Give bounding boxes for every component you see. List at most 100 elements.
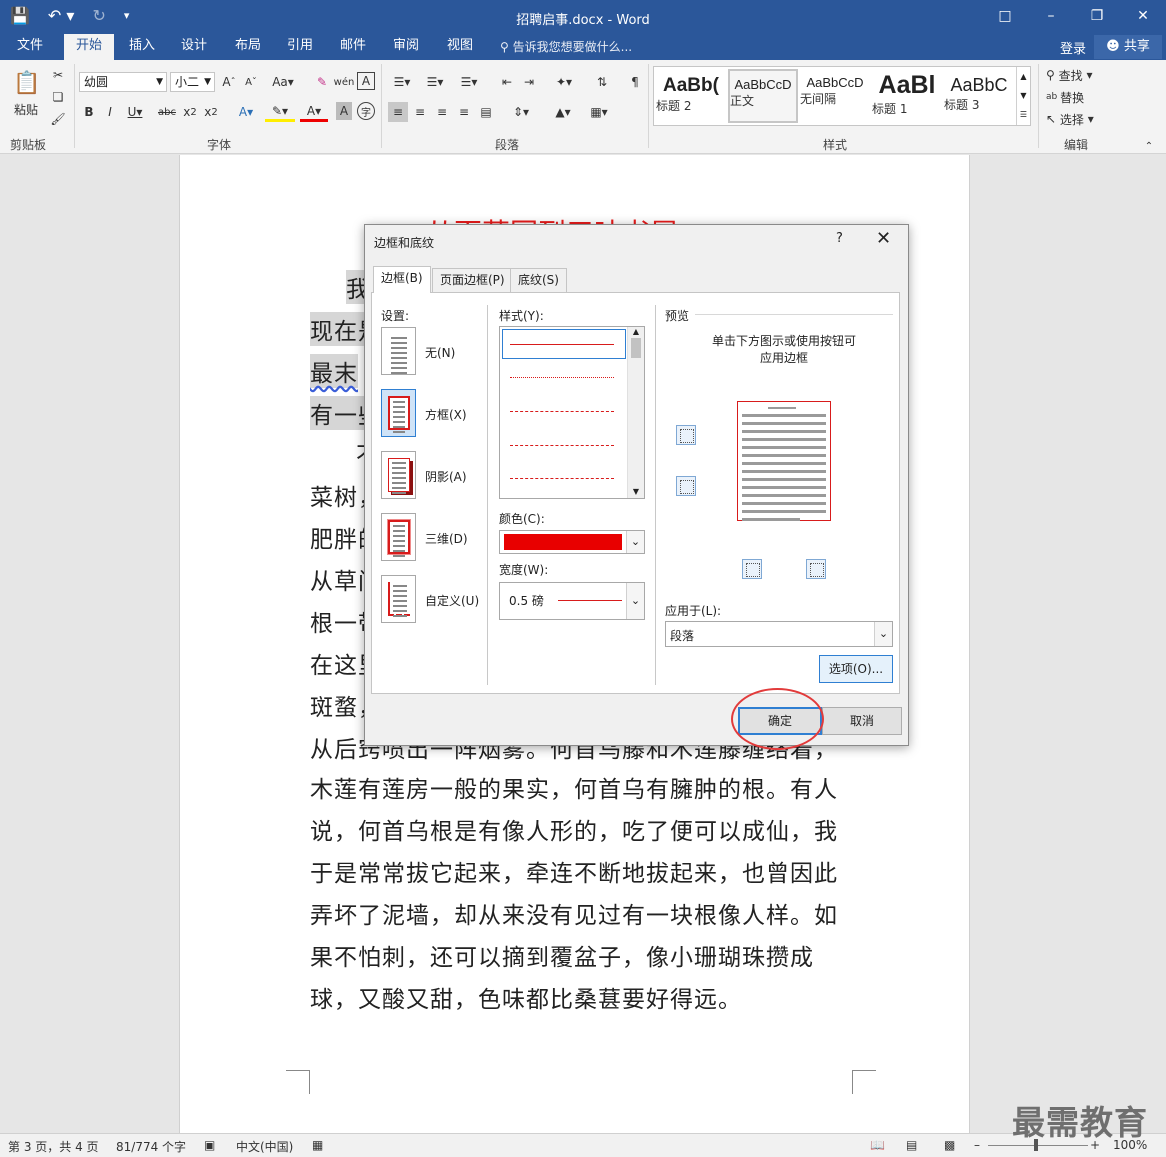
line-style-dashed[interactable] bbox=[510, 411, 614, 412]
font-color-icon[interactable]: A▾ bbox=[300, 102, 328, 122]
line-style-list[interactable]: ▲ ▼ bbox=[499, 326, 645, 499]
help-icon[interactable]: ? bbox=[836, 231, 843, 246]
scroll-down-icon[interactable]: ▼ bbox=[628, 487, 644, 496]
paste-icon[interactable]: 📋 bbox=[12, 68, 42, 98]
collapse-ribbon-icon[interactable]: ⌃ bbox=[1142, 140, 1156, 152]
tell-me-box[interactable]: ⚲ 告诉我您想要做什么... bbox=[500, 38, 632, 55]
phonetic-guide-icon[interactable]: wén bbox=[334, 72, 355, 92]
numbering-icon[interactable]: ☰▾ bbox=[421, 72, 449, 92]
copy-icon[interactable]: ❏ bbox=[48, 88, 68, 106]
enclose-character-icon[interactable]: 字 bbox=[357, 102, 375, 120]
decrease-indent-icon[interactable]: ⇤ bbox=[497, 72, 517, 92]
align-right-icon[interactable]: ≡ bbox=[432, 102, 452, 122]
macro-icon[interactable]: ▦ bbox=[312, 1138, 323, 1152]
align-center-icon[interactable]: ≡ bbox=[410, 102, 430, 122]
increase-indent-icon[interactable]: ⇥ bbox=[519, 72, 539, 92]
proofing-icon[interactable]: ▣ bbox=[204, 1138, 215, 1152]
paste-button[interactable]: 粘贴 bbox=[8, 100, 44, 118]
justify-icon[interactable]: ≡ bbox=[454, 102, 474, 122]
bottom-border-button[interactable] bbox=[676, 476, 696, 496]
tab-shading[interactable]: 底纹(S) bbox=[510, 268, 567, 292]
tab-design[interactable]: 设计 bbox=[172, 34, 216, 60]
select-button[interactable]: ↖ 选择 ▾ bbox=[1046, 110, 1106, 128]
word-count[interactable]: 81/774 个字 bbox=[116, 1138, 186, 1155]
tab-mailings[interactable]: 邮件 bbox=[331, 34, 375, 60]
borders-icon[interactable]: ▦▾ bbox=[584, 102, 614, 122]
shrink-font-icon[interactable]: Aˇ bbox=[242, 72, 260, 92]
setting-3d-label[interactable]: 三维(D) bbox=[425, 530, 468, 547]
right-border-button[interactable] bbox=[806, 559, 826, 579]
bullets-icon[interactable]: ☰▾ bbox=[388, 72, 416, 92]
setting-shadow-label[interactable]: 阴影(A) bbox=[425, 468, 467, 485]
options-button[interactable]: 选项(O)... bbox=[819, 655, 893, 683]
show-marks-icon[interactable]: ¶ bbox=[625, 72, 645, 92]
setting-none-label[interactable]: 无(N) bbox=[425, 344, 455, 361]
format-painter-icon[interactable]: 🖌 bbox=[48, 110, 68, 128]
style-list-scrollbar[interactable]: ▲ ▼ bbox=[627, 327, 644, 498]
grow-font-icon[interactable]: Aˆ bbox=[220, 72, 238, 92]
tab-home[interactable]: 开始 bbox=[64, 34, 114, 60]
setting-box-icon[interactable] bbox=[381, 389, 416, 437]
styles-scroll[interactable]: ▲ ▼ ☰ bbox=[1016, 67, 1030, 125]
setting-box-label[interactable]: 方框(X) bbox=[425, 406, 467, 423]
maximize-icon[interactable]: ❐ bbox=[1074, 0, 1120, 32]
color-dropdown[interactable]: ⌄ bbox=[499, 530, 645, 554]
web-layout-icon[interactable]: ▩ bbox=[944, 1138, 955, 1152]
close-icon[interactable]: ✕ bbox=[1120, 0, 1166, 32]
underline-icon[interactable]: U▾ bbox=[122, 102, 148, 122]
setting-3d-icon[interactable] bbox=[381, 513, 416, 561]
cut-icon[interactable]: ✂ bbox=[48, 66, 68, 84]
style-heading-3[interactable]: AaBbC 标题 3 bbox=[944, 69, 1014, 123]
shading-icon[interactable]: ▲▾ bbox=[548, 102, 578, 122]
line-style-solid[interactable] bbox=[510, 344, 614, 345]
tab-view[interactable]: 视图 bbox=[438, 34, 482, 60]
dialog-close-icon[interactable]: ✕ bbox=[876, 228, 891, 249]
italic-icon[interactable]: I bbox=[101, 102, 119, 122]
top-border-button[interactable] bbox=[676, 425, 696, 445]
print-layout-icon[interactable]: ▤ bbox=[906, 1138, 917, 1152]
zoom-out-icon[interactable]: – bbox=[974, 1138, 980, 1152]
font-name-combo[interactable]: 幼圆 ▼ bbox=[79, 72, 167, 92]
sign-in-link[interactable]: 登录 bbox=[1060, 38, 1086, 57]
left-border-button[interactable] bbox=[742, 559, 762, 579]
character-border-icon[interactable]: A bbox=[357, 72, 375, 90]
style-heading-2[interactable]: AaBb(标题 2 bbox=[656, 69, 726, 123]
minimize-icon[interactable]: – bbox=[1028, 0, 1074, 32]
scroll-up-icon[interactable]: ▲ bbox=[628, 327, 644, 336]
distributed-icon[interactable]: ▤ bbox=[476, 102, 496, 122]
find-button[interactable]: ⚲ 查找 ▾ bbox=[1046, 66, 1106, 84]
setting-custom-label[interactable]: 自定义(U) bbox=[425, 592, 479, 609]
subscript-icon[interactable]: x2 bbox=[182, 102, 198, 122]
cancel-button[interactable]: 取消 bbox=[822, 707, 902, 735]
vertical-scrollbar[interactable] bbox=[1150, 155, 1166, 1133]
character-shading-icon[interactable]: A bbox=[336, 102, 352, 120]
line-style-dotted[interactable] bbox=[510, 377, 614, 378]
tab-layout[interactable]: 布局 bbox=[226, 34, 270, 60]
border-preview[interactable] bbox=[737, 401, 831, 521]
replace-button[interactable]: ab 替换 bbox=[1046, 88, 1106, 106]
style-no-spacing[interactable]: AaBbCcD 无间隔 bbox=[800, 69, 870, 123]
share-button[interactable]: ☻ 共享 bbox=[1094, 35, 1162, 59]
style-normal[interactable]: AaBbCcD 正文 bbox=[728, 69, 798, 123]
read-mode-icon[interactable]: 📖 bbox=[870, 1138, 885, 1152]
setting-shadow-icon[interactable] bbox=[381, 451, 416, 499]
scroll-thumb[interactable] bbox=[631, 338, 641, 358]
style-heading-1[interactable]: AaBl 标题 1 bbox=[872, 69, 942, 123]
bold-icon[interactable]: B bbox=[80, 102, 98, 122]
tab-references[interactable]: 引用 bbox=[278, 34, 322, 60]
line-style-long-dash[interactable] bbox=[510, 445, 614, 446]
sort-icon[interactable]: ⇅ bbox=[592, 72, 612, 92]
clear-formatting-icon[interactable]: ✎ bbox=[312, 72, 332, 92]
line-style-dash-dot[interactable] bbox=[510, 478, 614, 479]
ribbon-display-icon[interactable]: □ bbox=[982, 0, 1028, 32]
page-count[interactable]: 第 3 页，共 4 页 bbox=[8, 1138, 99, 1155]
font-size-combo[interactable]: 小二 ▼ bbox=[170, 72, 215, 92]
change-case-icon[interactable]: Aa▾ bbox=[270, 72, 296, 92]
setting-none-icon[interactable] bbox=[381, 327, 416, 375]
highlight-icon[interactable]: ✎▾ bbox=[265, 102, 295, 122]
setting-custom-icon[interactable] bbox=[381, 575, 416, 623]
tab-page-border[interactable]: 页面边框(P) bbox=[432, 268, 513, 292]
tab-insert[interactable]: 插入 bbox=[120, 34, 164, 60]
language[interactable]: 中文(中国) bbox=[236, 1138, 293, 1155]
text-effects-icon[interactable]: A▾ bbox=[232, 102, 260, 122]
